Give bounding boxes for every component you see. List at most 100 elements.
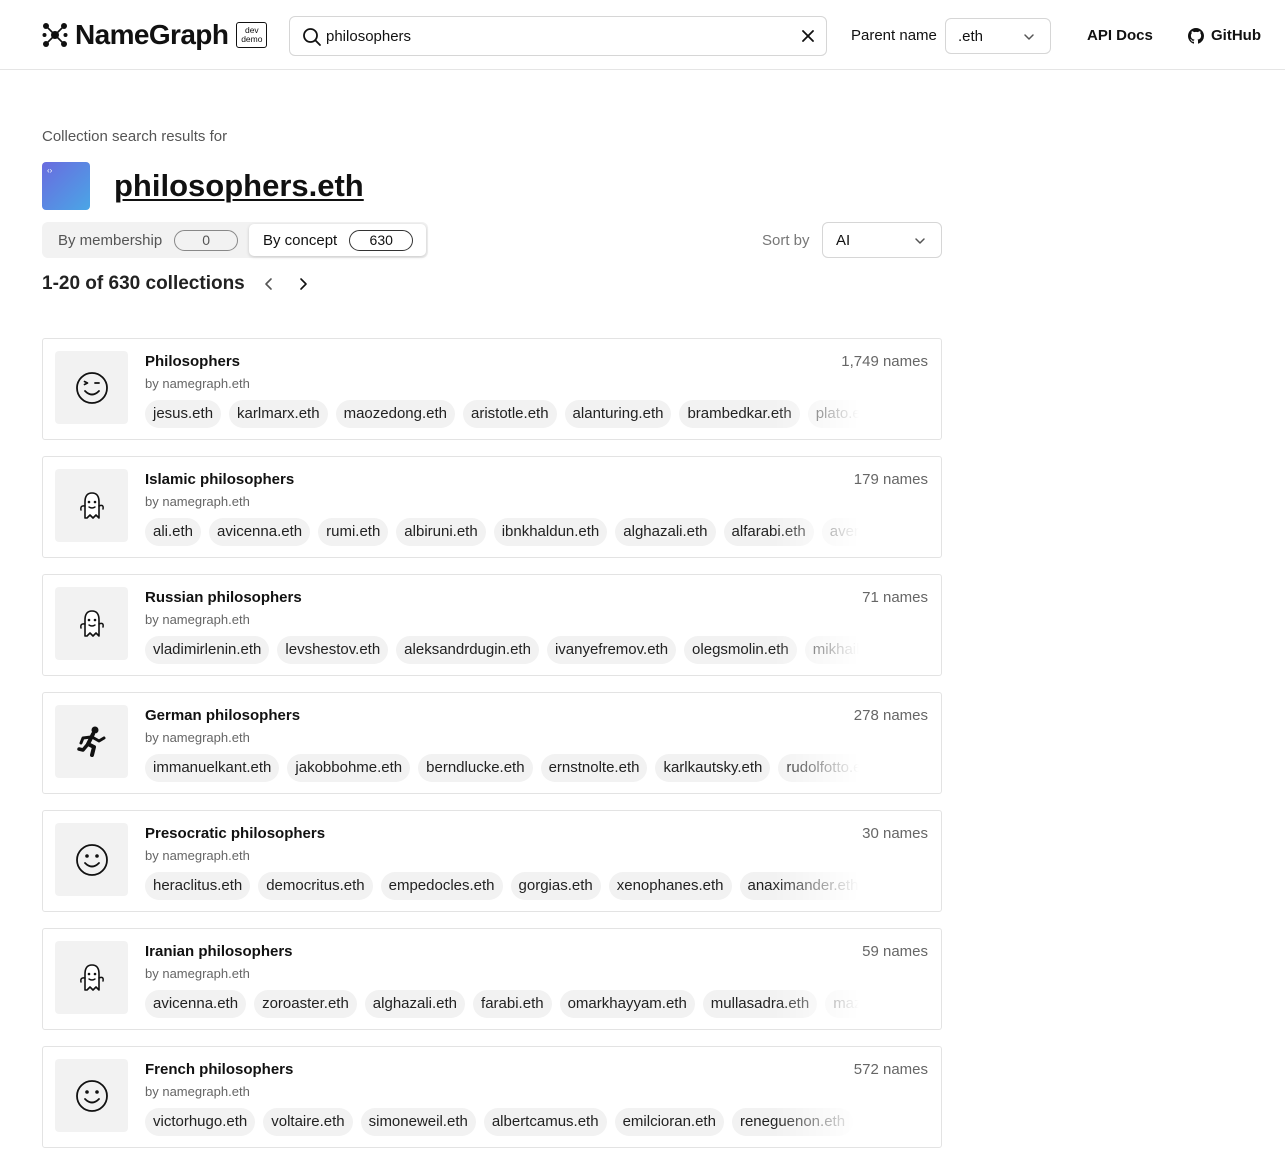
github-link[interactable]: GitHub — [1188, 27, 1261, 44]
name-chip[interactable]: jesus.eth — [145, 400, 222, 428]
name-chip[interactable]: avicenna.eth — [145, 990, 247, 1018]
collection-title[interactable]: Presocratic philosophers — [145, 825, 325, 842]
tab-count-badge: 0 — [174, 229, 239, 251]
name-chip[interactable]: brambedkar.eth — [679, 400, 800, 428]
collection-name-count: 30 names — [862, 825, 928, 842]
namegraph-logo[interactable]: NameGraph dev demo — [42, 18, 268, 52]
collection-title[interactable]: French philosophers — [145, 1061, 293, 1078]
collection-card[interactable]: Presocratic philosophers by namegraph.eth… — [42, 810, 942, 912]
ghost-icon — [79, 491, 104, 519]
name-chip[interactable]: avicenna.eth — [209, 518, 311, 546]
collection-avatar — [55, 823, 128, 896]
collection-card[interactable]: Islamic philosophers by namegraph.eth 179 … — [42, 456, 942, 558]
search-box — [289, 16, 827, 56]
name-chip[interactable]: empedocles.eth — [380, 872, 503, 900]
name-chip[interactable]: plato.eth — [807, 400, 859, 428]
logo-text: NameGraph — [75, 19, 229, 50]
name-chip[interactable]: aleksandrdugin.eth — [396, 636, 539, 664]
name-chip[interactable]: mikhail.eth — [804, 636, 859, 664]
name-chip[interactable]: olegsmolin.eth — [684, 636, 797, 664]
collection-card[interactable]: Iranian philosophers by namegraph.eth 59 n… — [42, 928, 942, 1030]
tab-by-concept[interactable]: By concept 630 — [249, 224, 426, 256]
name-chip[interactable]: karlmarx.eth — [229, 400, 328, 428]
collection-title[interactable]: German philosophers — [145, 707, 300, 724]
name-chip[interactable]: albertcamus.eth — [483, 1108, 607, 1136]
name-chip[interactable]: victorhugo.eth — [145, 1108, 256, 1136]
collection-avatar — [55, 705, 128, 778]
avatar-code-icon: ‹› — [47, 166, 53, 175]
api-docs-link[interactable]: API Docs — [1087, 27, 1153, 44]
clear-search-button[interactable] — [798, 26, 818, 46]
name-chip[interactable]: alghazali.eth — [615, 518, 716, 546]
name-chip[interactable]: ibnkhaldun.eth — [493, 518, 608, 546]
collection-owner: by namegraph.eth — [145, 848, 250, 863]
name-chip[interactable]: levshestov.eth — [277, 636, 389, 664]
collection-avatar — [55, 469, 128, 542]
collection-title[interactable]: Philosophers — [145, 353, 240, 370]
sort-by-select[interactable]: AI — [822, 222, 942, 258]
collection-card[interactable]: French philosophers by namegraph.eth 572 n… — [42, 1046, 942, 1148]
next-page-button[interactable] — [296, 277, 310, 291]
smile-face-icon — [75, 1079, 108, 1112]
name-chip[interactable]: rudolfotto.eth — [778, 754, 859, 782]
chevron-down-icon — [915, 238, 925, 244]
name-chip[interactable]: democritus.eth — [258, 872, 373, 900]
name-chip[interactable]: ernstnolte.eth — [540, 754, 648, 782]
running-figure-icon — [76, 726, 105, 757]
name-chip[interactable]: ali.eth — [145, 518, 202, 546]
top-bar: NameGraph dev demo Parent name .eth API … — [0, 0, 1285, 70]
search-input[interactable] — [326, 17, 786, 55]
collection-title[interactable]: Iranian philosophers — [145, 943, 293, 960]
collection-owner: by namegraph.eth — [145, 494, 250, 509]
name-chip[interactable]: albiruni.eth — [396, 518, 486, 546]
name-chip[interactable]: farabi.eth — [473, 990, 552, 1018]
name-chip[interactable]: alanturing.eth — [564, 400, 672, 428]
name-chip[interactable]: karlkautsky.eth — [655, 754, 771, 782]
name-chip[interactable]: alghazali.eth — [364, 990, 466, 1018]
previous-page-button[interactable] — [262, 277, 276, 291]
name-chip[interactable]: mazdak.eth — [825, 990, 859, 1018]
collection-avatar — [55, 941, 128, 1014]
collection-card[interactable]: Russian philosophers by namegraph.eth 71 n… — [42, 574, 942, 676]
smile-face-icon — [75, 843, 108, 876]
result-mode-tabs: By membership 0 By concept 630 — [42, 222, 428, 258]
name-chip[interactable]: averroes.eth — [821, 518, 859, 546]
name-chip[interactable]: gorgias.eth — [510, 872, 601, 900]
parent-name-value: .eth — [958, 27, 984, 45]
collection-owner: by namegraph.eth — [145, 1084, 250, 1099]
query-title-link[interactable]: philosophers.eth — [114, 168, 364, 204]
collection-avatar — [55, 351, 128, 424]
collection-name-count: 572 names — [853, 1061, 928, 1078]
name-chip[interactable]: maozedong.eth — [335, 400, 455, 428]
name-chip[interactable]: alfarabi.eth — [723, 518, 814, 546]
name-chip[interactable]: aristotle.eth — [463, 400, 557, 428]
tab-by-membership[interactable]: By membership 0 — [46, 224, 246, 256]
name-chip[interactable]: simoneweil.eth — [360, 1108, 476, 1136]
name-chip[interactable]: heraclitus.eth — [145, 872, 251, 900]
parent-name-label: Parent name — [851, 27, 937, 44]
name-chip[interactable]: vladimirlenin.eth — [145, 636, 270, 664]
name-chip-list: heraclitus.eth democritus.eth empedocles.e… — [145, 872, 859, 900]
name-chip[interactable]: rumi.eth — [318, 518, 389, 546]
name-chip[interactable]: emilcioran.eth — [614, 1108, 724, 1136]
name-chip[interactable]: omarkhayyam.eth — [559, 990, 695, 1018]
query-avatar: ‹› — [42, 162, 90, 210]
name-chip[interactable]: voltaire.eth — [263, 1108, 353, 1136]
tab-label: By membership — [58, 231, 163, 249]
parent-name-select[interactable]: .eth — [945, 18, 1051, 54]
ghost-icon — [79, 963, 104, 991]
name-chip[interactable]: immanuelkant.eth — [145, 754, 280, 782]
collection-title[interactable]: Russian philosophers — [145, 589, 302, 606]
collection-card[interactable]: Philosophers by namegraph.eth 1,749 names j… — [42, 338, 942, 440]
dev-demo-badge: dev demo — [236, 22, 268, 48]
name-chip[interactable]: jakobbohme.eth — [287, 754, 411, 782]
name-chip[interactable]: anaximander.eth — [739, 872, 859, 900]
collection-card[interactable]: German philosophers by namegraph.eth 278 n… — [42, 692, 942, 794]
name-chip[interactable]: mullasadra.eth — [702, 990, 818, 1018]
collection-title[interactable]: Islamic philosophers — [145, 471, 294, 488]
name-chip[interactable]: zoroaster.eth — [254, 990, 357, 1018]
name-chip[interactable]: xenophanes.eth — [608, 872, 732, 900]
name-chip[interactable]: berndlucke.eth — [418, 754, 533, 782]
name-chip[interactable]: reneguenon.eth — [731, 1108, 854, 1136]
name-chip[interactable]: ivanyefremov.eth — [546, 636, 677, 664]
